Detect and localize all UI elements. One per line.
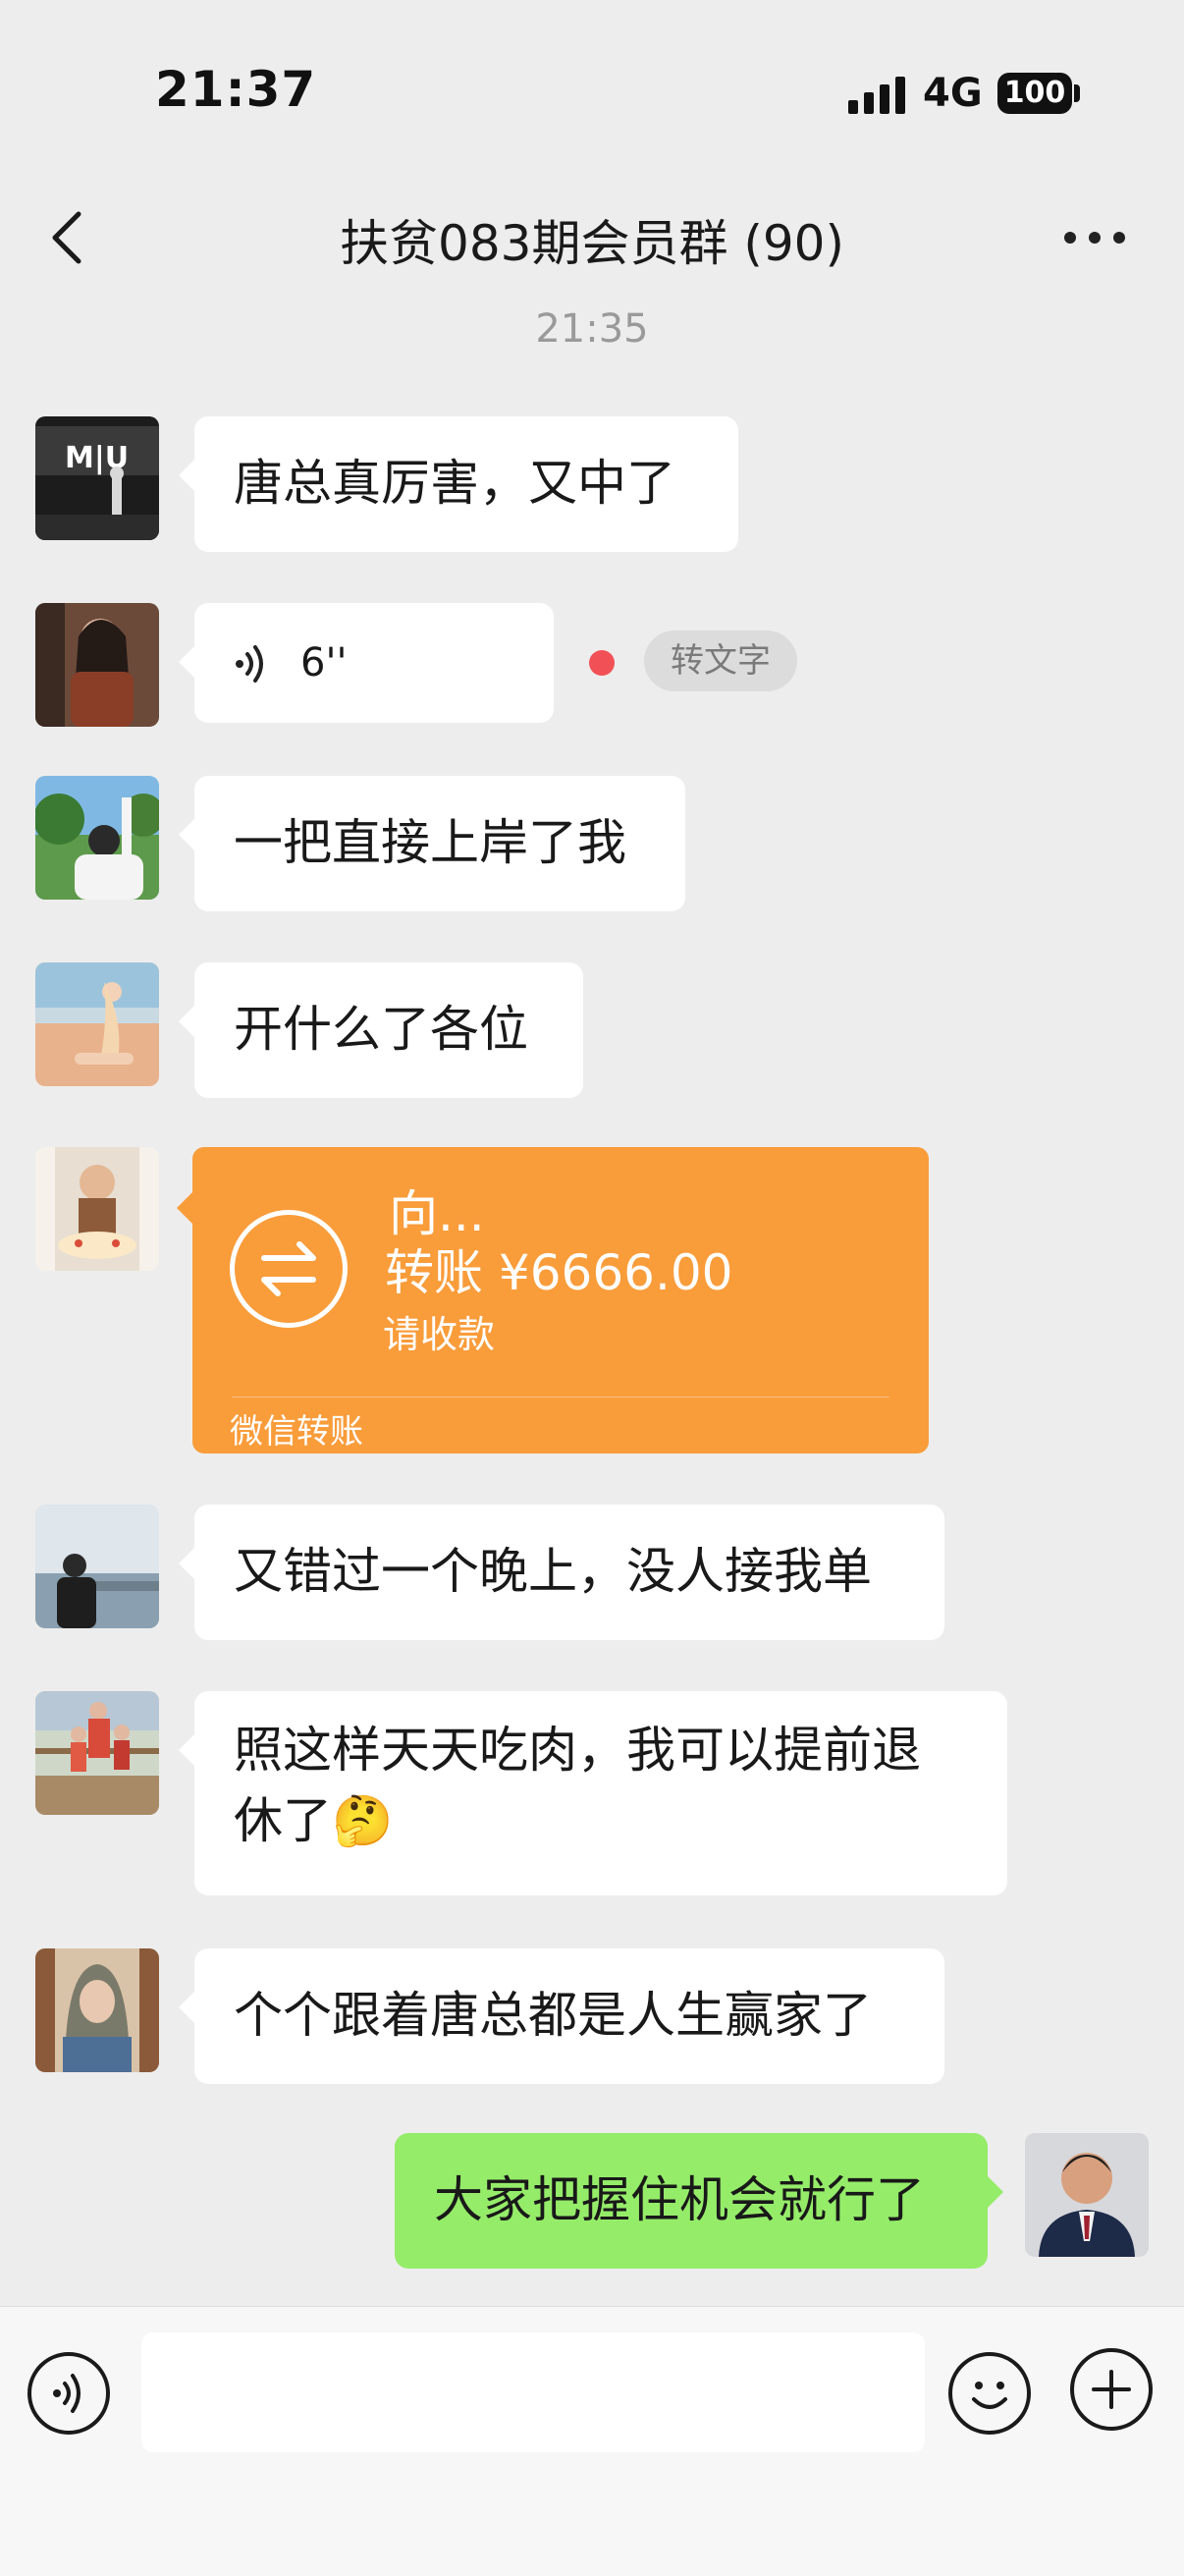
message-bubble[interactable]: 唐总真厉害，又中了: [179, 416, 738, 552]
avatar[interactable]: [35, 1147, 159, 1271]
plus-icon: [1092, 2370, 1131, 2409]
smile-icon: [972, 2382, 1007, 2409]
avatar[interactable]: [35, 603, 159, 727]
message-text: 又错过一个晚上，没人接我单: [234, 1543, 872, 1600]
network-type: 4G: [923, 71, 983, 116]
message-bubble[interactable]: 开什么了各位: [179, 962, 583, 1098]
voice-icon: [53, 2374, 81, 2413]
message-text: 一把直接上岸了我: [234, 814, 626, 871]
avatar[interactable]: [35, 776, 159, 900]
message-text: 照这样天天吃肉，我可以提前退: [234, 1722, 921, 1779]
avatar[interactable]: [35, 1691, 159, 1815]
avatar[interactable]: [35, 1505, 159, 1628]
emoji-button[interactable]: [948, 2352, 1031, 2435]
transfer-hint: 请收款: [383, 1313, 496, 1356]
more-icon[interactable]: [1064, 232, 1125, 246]
battery-icon: 100: [997, 73, 1072, 114]
message-timestamp: 21:35: [535, 306, 649, 352]
unread-dot: [589, 650, 615, 676]
signal-icon: [848, 77, 907, 114]
transfer-icon: [230, 1210, 348, 1328]
input-bar: [0, 2306, 1184, 2576]
avatar[interactable]: [1025, 2133, 1149, 2257]
message-text: 唐总真厉害，又中了: [234, 455, 675, 512]
transfer-label: 微信转账: [230, 1412, 363, 1452]
divider: [232, 1397, 889, 1398]
chat-title: 扶贫083期会员群 (90): [340, 215, 844, 272]
message-input[interactable]: [141, 2332, 925, 2452]
transfer-amount: 转账 ¥6666.00: [385, 1244, 733, 1301]
message-text: 休了: [234, 1792, 332, 1849]
voice-input-button[interactable]: [27, 2352, 110, 2435]
voice-duration: 6'': [300, 640, 348, 685]
avatar[interactable]: M|U: [35, 416, 159, 540]
message-text: 个个跟着唐总都是人生赢家了: [234, 1987, 872, 2044]
avatar[interactable]: [35, 962, 159, 1086]
message-bubble[interactable]: 个个跟着唐总都是人生赢家了: [179, 1948, 944, 2084]
message-bubble[interactable]: 照这样天天吃肉，我可以提前退 休了🤔: [179, 1691, 1007, 1895]
avatar[interactable]: [35, 1948, 159, 2072]
voice-icon: [236, 645, 263, 683]
transfer-card[interactable]: 向... 转账 ¥6666.00 请收款 微信转账: [177, 1147, 929, 1453]
status-time: 21:37: [155, 61, 317, 118]
self-message-bubble[interactable]: 大家把握住机会就行了: [395, 2133, 1003, 2269]
thinking-emoji: 🤔: [332, 1792, 394, 1849]
message-bubble[interactable]: 又错过一个晚上，没人接我单: [179, 1505, 944, 1640]
message-bubble[interactable]: 一把直接上岸了我: [179, 776, 685, 911]
voice-message[interactable]: 6'': [179, 603, 554, 723]
convert-to-text-button[interactable]: 转文字: [644, 630, 797, 691]
more-actions-button[interactable]: [1070, 2348, 1153, 2431]
status-bar: 21:37 4G 100: [0, 0, 1184, 187]
message-text: 大家把握住机会就行了: [434, 2171, 925, 2228]
battery-tip: [1074, 84, 1080, 102]
message-text: 开什么了各位: [234, 1001, 528, 1058]
